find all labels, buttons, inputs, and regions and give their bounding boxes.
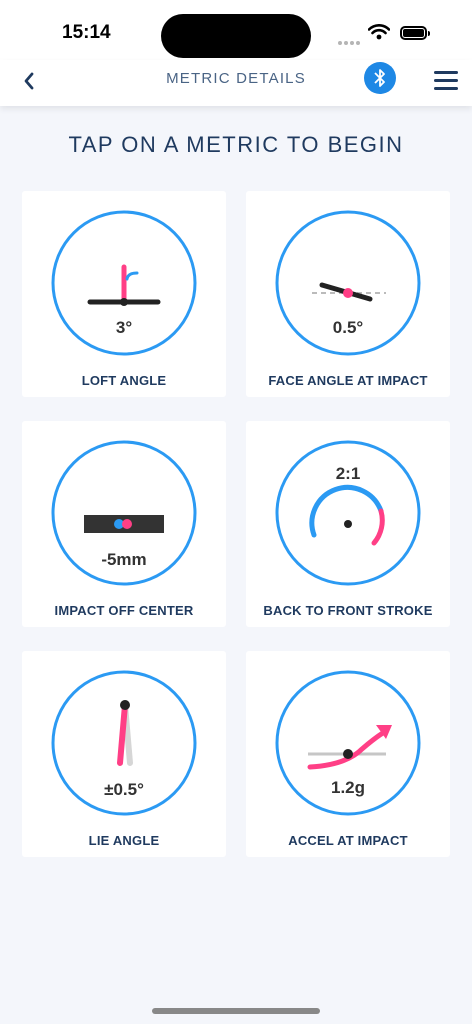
home-indicator[interactable] [152, 1008, 320, 1014]
status-bar: 15:14 [0, 0, 472, 60]
wifi-icon [368, 24, 390, 40]
metric-value: 0.5° [333, 318, 364, 337]
cellular-signal-icon [338, 32, 362, 50]
metric-card-back-to-front-stroke[interactable]: 2:1 BACK TO FRONT STROKE [246, 421, 450, 627]
metric-value: 3° [116, 318, 132, 337]
metric-label: LOFT ANGLE [81, 373, 167, 388]
metric-value: ±0.5° [104, 780, 144, 799]
metric-card-loft-angle[interactable]: 3° LOFT ANGLE [22, 191, 226, 397]
metric-value: 2:1 [336, 464, 361, 483]
metric-label: ACCEL AT IMPACT [288, 833, 408, 848]
back-to-front-stroke-gauge-icon: 2:1 [275, 440, 421, 586]
bluetooth-button[interactable] [364, 62, 396, 94]
metric-label: BACK TO FRONT STROKE [263, 603, 433, 618]
impact-off-center-gauge-icon: -5mm [51, 440, 197, 586]
metric-value: -5mm [101, 550, 146, 569]
dynamic-island [161, 14, 311, 58]
metric-card-face-angle[interactable]: 0.5° FACE ANGLE AT IMPACT [246, 191, 450, 397]
status-time: 15:14 [62, 22, 111, 43]
metric-label: FACE ANGLE AT IMPACT [268, 373, 428, 388]
hamburger-menu-icon[interactable] [434, 71, 458, 95]
loft-angle-gauge-icon: 3° [51, 210, 197, 356]
metric-label: LIE ANGLE [88, 833, 160, 848]
metric-value: 1.2g [331, 778, 365, 797]
lie-angle-gauge-icon: ±0.5° [51, 670, 197, 816]
metric-card-accel-at-impact[interactable]: 1.2g ACCEL AT IMPACT [246, 651, 450, 857]
bluetooth-icon [374, 69, 385, 87]
battery-icon [400, 26, 430, 40]
accel-at-impact-gauge-icon: 1.2g [275, 670, 421, 816]
page-title: METRIC DETAILS [166, 70, 306, 87]
metric-label: IMPACT OFF CENTER [54, 603, 194, 618]
face-angle-gauge-icon: 0.5° [275, 210, 421, 356]
nav-bar: METRIC DETAILS [0, 60, 472, 106]
metric-card-lie-angle[interactable]: ±0.5° LIE ANGLE [22, 651, 226, 857]
page-heading: TAP ON A METRIC TO BEGIN [68, 132, 404, 157]
metric-card-impact-off-center[interactable]: -5mm IMPACT OFF CENTER [22, 421, 226, 627]
